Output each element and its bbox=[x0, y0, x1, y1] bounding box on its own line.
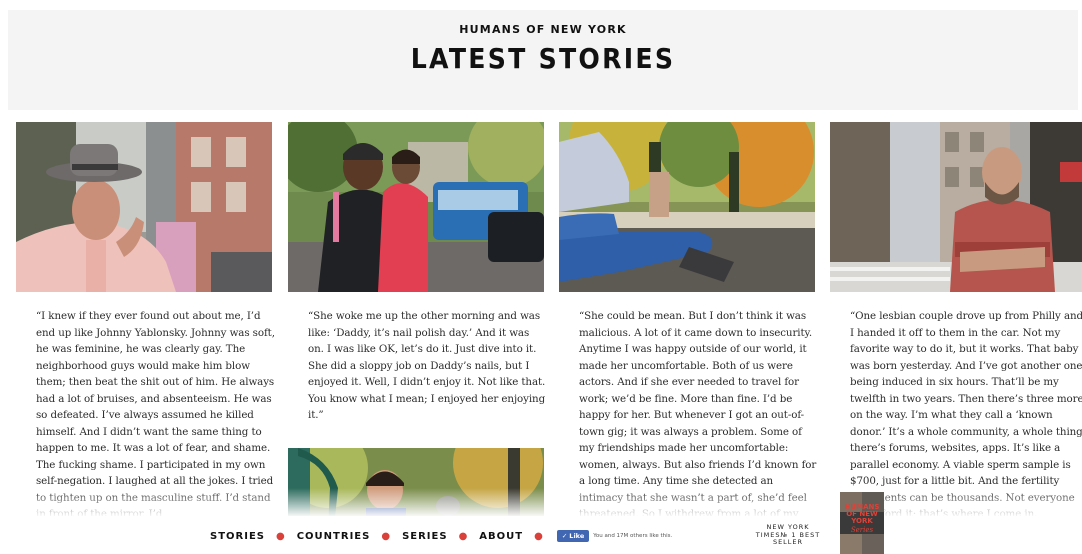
story-photo[interactable] bbox=[559, 122, 815, 292]
nav-separator: ● bbox=[458, 530, 469, 542]
book-subtitle: Series bbox=[850, 526, 874, 534]
content-fade bbox=[0, 488, 1082, 516]
nav-item-series[interactable]: SERIES bbox=[402, 531, 448, 542]
facebook-like-button[interactable]: ✓ Like bbox=[556, 530, 590, 542]
site-kicker: HUMANS OF NEW YORK bbox=[459, 23, 627, 36]
story-text[interactable]: “She woke me up the other morning and wa… bbox=[308, 308, 548, 424]
story-card[interactable] bbox=[288, 122, 544, 292]
story-card[interactable] bbox=[16, 122, 272, 292]
bestseller-badge: NEW YORK TIMES№ 1 BEST SELLER bbox=[752, 523, 824, 547]
bottom-nav: STORIES ● COUNTRIES ● SERIES ● ABOUT ● ✓… bbox=[0, 516, 1082, 554]
page-header: HUMANS OF NEW YORK LATEST STORIES bbox=[8, 10, 1078, 110]
page-title: LATEST STORIES bbox=[410, 42, 676, 75]
story-photo[interactable] bbox=[830, 122, 1082, 292]
bestseller-line: SELLER bbox=[772, 538, 804, 546]
nav-menu: STORIES ● COUNTRIES ● SERIES ● ABOUT ● ✓… bbox=[210, 530, 672, 542]
book-title: HUMANS OF NEW YORK bbox=[844, 503, 880, 525]
nav-item-countries[interactable]: COUNTRIES bbox=[297, 531, 371, 542]
nav-separator: ● bbox=[275, 530, 286, 542]
nav-separator: ● bbox=[381, 530, 392, 542]
like-button-label: Like bbox=[569, 532, 585, 540]
story-photo[interactable] bbox=[16, 122, 272, 292]
story-card[interactable] bbox=[830, 122, 1082, 292]
facebook-like-widget: ✓ Like You and 17M others like this. bbox=[556, 530, 673, 542]
like-count: You and 17M others like this. bbox=[593, 533, 673, 539]
story-photo[interactable] bbox=[288, 122, 544, 292]
nav-item-about[interactable]: ABOUT bbox=[479, 531, 523, 542]
story-card[interactable] bbox=[559, 122, 815, 292]
nav-separator: ● bbox=[534, 530, 544, 542]
thumbs-up-icon: ✓ bbox=[561, 532, 568, 540]
book-cover[interactable]: HUMANS OF NEW YORK Series bbox=[840, 492, 884, 554]
nav-item-stories[interactable]: STORIES bbox=[210, 531, 265, 542]
